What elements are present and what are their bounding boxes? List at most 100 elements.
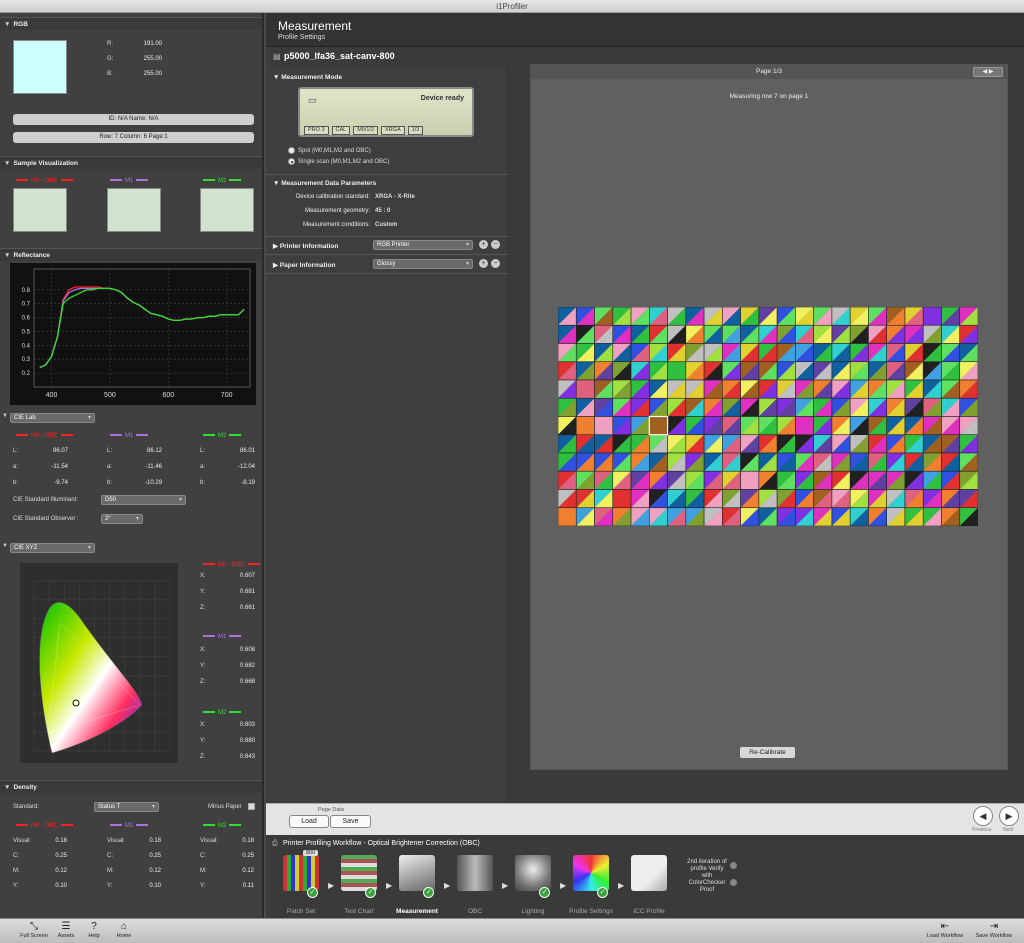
load-button[interactable]: Load	[289, 815, 329, 828]
device-lcd-display: ▭ Device ready PRO 3 CAL M0/1/2 XRGA 1/3	[298, 87, 474, 137]
recalibrate-button[interactable]: Re-Calibrate	[740, 747, 795, 758]
iteration-toggle-icon[interactable]	[730, 862, 737, 869]
previous-label: Previous	[972, 827, 992, 833]
y-tick-label: 0.6	[22, 316, 31, 322]
step-label: Measurement	[396, 908, 438, 915]
workflow-step-patch-set[interactable]: 800 ✓ Patch Set	[276, 850, 326, 915]
page-indicator-bar: Page 1/3	[531, 65, 1007, 79]
measurement-mode-header[interactable]: ▼ Measurement Mode	[273, 74, 342, 81]
left-data-panel: ▼ RGB R: 191.00 G: 255.00 B: 255.00 ID: N…	[0, 13, 264, 918]
workflow-title: Printer Profiling Workflow - Optical Bri…	[283, 840, 480, 847]
page-title: Measurement	[278, 19, 352, 33]
lab-a-label-2: a:	[107, 464, 113, 470]
m1-l-value: 86.12	[146, 448, 162, 454]
lab-collapse-icon[interactable]: ▼	[2, 413, 8, 419]
spot-label: Spot (M0,M1,M2 and OBC)	[298, 148, 371, 154]
m0-a-value: -11.54	[51, 464, 68, 470]
y-tick-label: 0.8	[22, 288, 31, 294]
assets-button[interactable]: ☰ Assets	[54, 921, 78, 939]
m2-z-value: 0.643	[239, 754, 255, 760]
workflow-step-profile-settings[interactable]: ✓ Profile Settings	[566, 855, 616, 915]
observer-dropdown[interactable]: 2°	[101, 514, 143, 524]
single-scan-radio[interactable]	[288, 158, 295, 165]
m1-x-value: 0.608	[239, 647, 255, 653]
calib-label: Device calibration standard:	[295, 194, 370, 200]
xyz-collapse-icon[interactable]: ▼	[2, 543, 8, 549]
rgb-section-header[interactable]: ▼ RGB	[0, 17, 262, 30]
density-standard-dropdown[interactable]: Status T	[94, 802, 159, 812]
remove-paper-icon[interactable]: −	[491, 259, 500, 268]
density-c-label: C:	[107, 853, 113, 859]
lab-dropdown[interactable]: CIE Lab	[10, 413, 95, 423]
m0-x-value: 0.607	[239, 573, 255, 579]
page-subtitle: Profile Settings	[278, 34, 326, 41]
m2-density-m-value: 0.12	[242, 868, 254, 874]
spot-radio[interactable]	[288, 147, 295, 154]
verify-toggle-icon[interactable]	[730, 879, 737, 886]
measurement-params-header[interactable]: ▼ Measurement Data Parameters	[273, 180, 376, 187]
m0-density-m-value: 0.12	[55, 868, 67, 874]
reflectance-header[interactable]: ▼ Reflectance	[0, 248, 262, 261]
m2-legend: M2	[200, 178, 244, 185]
workflow-step-measurement[interactable]: ✓ Measurement	[392, 855, 442, 915]
lab-b-label-3: b:	[200, 480, 206, 486]
save-workflow-button[interactable]: ⇥ Save Workflow	[971, 921, 1017, 939]
density-m2-legend: M2	[200, 823, 244, 830]
add-printer-icon[interactable]: +	[479, 240, 488, 249]
document-icon: ▤	[273, 52, 281, 61]
remove-printer-icon[interactable]: −	[491, 240, 500, 249]
step-label: Profile Settings	[569, 908, 613, 915]
m1-legend: M1	[107, 178, 151, 185]
single-scan-label: Single scan (M0,M1,M2 and OBC)	[298, 159, 390, 165]
device-indicator: XRGA	[381, 126, 405, 135]
b-value: 255.00	[143, 71, 162, 77]
m2-l-value: 86.01	[239, 448, 255, 454]
paper-dropdown[interactable]: Glossy	[373, 259, 473, 269]
add-paper-icon[interactable]: +	[479, 259, 488, 268]
load-workflow-button[interactable]: ⇤ Load Workflow	[922, 921, 968, 939]
printer-info-header[interactable]: ▶ Printer Information	[273, 242, 338, 250]
density-c-label: C:	[200, 853, 206, 859]
workflow-step-obc[interactable]: OBC	[450, 855, 500, 915]
workflow-step-lighting[interactable]: ✓ Lighting	[508, 855, 558, 915]
minus-paper-checkbox[interactable]	[248, 803, 255, 810]
patch-set-icon	[283, 855, 319, 891]
previous-button[interactable]: ◀	[973, 806, 993, 826]
device-indicator: M0/1/2	[353, 126, 379, 135]
x-tick-label: 700	[221, 392, 233, 399]
paper-info-header[interactable]: ▶ Paper Information	[273, 261, 335, 269]
xyz-x-label-3: X:	[200, 722, 206, 728]
y-tick-label: 0.4	[22, 343, 31, 349]
m1-density-y-value: 0.10	[149, 883, 161, 889]
illuminant-dropdown[interactable]: D50	[101, 495, 186, 505]
divider	[266, 174, 508, 175]
workflow-step-icc-profile[interactable]: ICC Profile	[624, 855, 674, 915]
page-nav-buttons[interactable]: ◀ ▶	[973, 67, 1003, 77]
window-title: i1Profiler	[496, 2, 528, 11]
density-m-label: M:	[200, 868, 207, 874]
m1-sample-swatch	[107, 188, 161, 232]
home-button[interactable]: ⌂ Home	[112, 921, 136, 939]
save-button[interactable]: Save	[330, 815, 371, 828]
window-title-bar: i1Profiler	[0, 0, 1024, 13]
help-button[interactable]: ? Help	[84, 921, 104, 939]
measuring-status: Measuring row 7 on page 1	[729, 93, 809, 100]
expand-icon: ⤡	[30, 921, 38, 932]
xyz-dropdown[interactable]: CIE XYZ	[10, 543, 95, 553]
help-icon: ?	[91, 921, 97, 932]
xyz-m2-legend: M2	[200, 710, 244, 717]
y-tick-label: 0.5	[22, 329, 31, 335]
reflectance-chart: 400 500 600 700 0.2 0.3 0.4 0.5 0.6 0.7 0.8	[10, 263, 256, 405]
sample-visualization-header[interactable]: ▼ Sample Visualization	[0, 156, 262, 169]
next-button[interactable]: ▶	[999, 806, 1019, 826]
full-screen-button[interactable]: ⤡ Full Screen	[18, 921, 50, 939]
printer-dropdown[interactable]: RGB Printer	[373, 240, 473, 250]
rgb-swatch	[13, 40, 67, 94]
page-label: Page 1/3	[755, 68, 783, 75]
patch-id-bar: ID: N/A Name: N/A	[13, 114, 254, 125]
density-header[interactable]: ▼ Density	[0, 780, 262, 793]
density-m1-legend: M1	[107, 823, 151, 830]
lab-a-label-3: a:	[200, 464, 206, 470]
observer-label: CIE Standard Observer :	[13, 516, 79, 522]
workflow-step-test-chart[interactable]: ✓ Test Chart	[334, 855, 384, 915]
